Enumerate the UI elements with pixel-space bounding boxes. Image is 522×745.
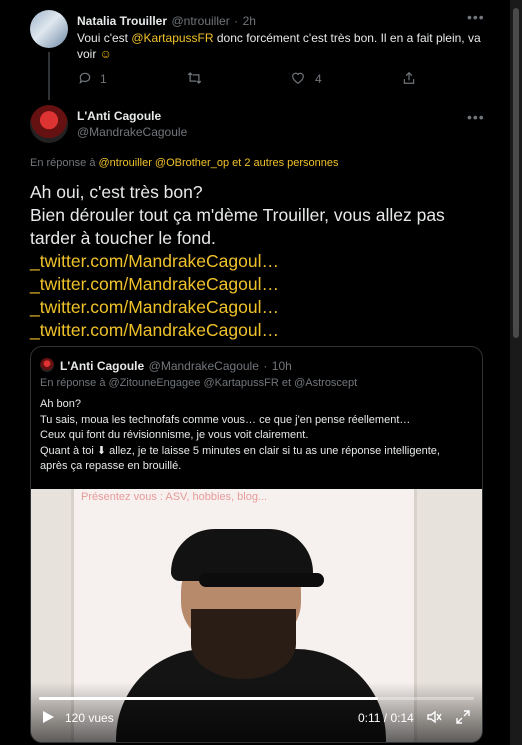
quote-line: Quant à toi ⬇ allez, je te laisse 5 minu… bbox=[40, 444, 440, 473]
tweet-line: Bien dérouler tout ça m'dème Trouiller, … bbox=[30, 205, 445, 248]
video-person-beard bbox=[191, 609, 296, 679]
reply-count: 1 bbox=[100, 72, 107, 86]
more-icon[interactable]: ••• bbox=[467, 109, 485, 125]
tweet-link[interactable]: _twitter.com/MandrakeCagoul… bbox=[30, 250, 490, 273]
video-overlay-caption: Présentez vous : ASV, hobbies, blog... bbox=[81, 491, 268, 503]
quote-header: L'Anti Cagoule @MandrakeCagoule · 10h bbox=[60, 357, 292, 375]
tweet-link[interactable]: _twitter.com/MandrakeCagoul… bbox=[30, 319, 490, 342]
quote-line: Ceux qui font du révisionnisme, je vous … bbox=[40, 429, 309, 441]
quoted-tweet[interactable]: L'Anti Cagoule @MandrakeCagoule · 10h En… bbox=[30, 346, 483, 743]
video-person-cap-brim bbox=[199, 573, 324, 587]
like-icon[interactable] bbox=[291, 71, 305, 88]
author-name[interactable]: L'Anti Cagoule bbox=[77, 109, 161, 123]
separator-dot: · bbox=[234, 14, 239, 28]
tweet-time[interactable]: 2h bbox=[243, 14, 256, 28]
author-handle[interactable]: @MandrakeCagoule bbox=[77, 125, 187, 139]
quote-avatar[interactable] bbox=[40, 358, 54, 372]
author-name[interactable]: Natalia Trouiller bbox=[77, 14, 167, 28]
reply-mentions[interactable]: @ntrouiller @OBrother_op bbox=[99, 157, 230, 169]
tweet-line: Ah oui, c'est très bon? bbox=[30, 182, 203, 202]
like-count: 4 bbox=[315, 72, 322, 86]
video-progress-fill bbox=[39, 697, 379, 700]
quote-line: Tu sais, moua les technofafs comme vous…… bbox=[40, 413, 411, 426]
reply-icon[interactable] bbox=[78, 71, 92, 88]
play-icon[interactable] bbox=[41, 710, 55, 727]
avatar-anti-cagoule[interactable] bbox=[30, 105, 68, 143]
other-people-link[interactable]: et 2 autres personnes bbox=[229, 157, 338, 169]
volume-icon[interactable] bbox=[426, 709, 442, 728]
thread-connector bbox=[48, 52, 50, 100]
mention-link[interactable]: @KartapussFR bbox=[131, 31, 213, 45]
tweet-header: Natalia Trouiller @ntrouiller · 2h bbox=[77, 12, 256, 30]
tweet-link[interactable]: _twitter.com/MandrakeCagoul… bbox=[30, 296, 490, 319]
quote-author-handle[interactable]: @MandrakeCagoule bbox=[149, 359, 259, 373]
quote-time[interactable]: 10h bbox=[272, 359, 292, 373]
avatar-natalia-trouiller[interactable] bbox=[30, 10, 68, 48]
scrollbar-thumb[interactable] bbox=[513, 8, 519, 338]
view-count: 120 vues bbox=[65, 711, 114, 725]
retweet-icon[interactable] bbox=[187, 71, 202, 88]
more-icon[interactable]: ••• bbox=[467, 9, 485, 25]
scrollbar[interactable] bbox=[510, 0, 522, 745]
quote-reply-context: En réponse à @ZitouneEngagee @KartapussF… bbox=[40, 377, 358, 389]
separator-dot: · bbox=[263, 359, 268, 373]
video-time: 0:11 / 0:14 bbox=[358, 711, 414, 725]
share-icon[interactable] bbox=[402, 71, 416, 88]
quote-line: Ah bon? bbox=[40, 398, 81, 410]
reply-context: En réponse à @ntrouiller @OBrother_op et… bbox=[30, 157, 339, 169]
tweet-text: Ah oui, c'est très bon? Bien dérouler to… bbox=[30, 181, 490, 342]
tweet-text: Voui c'est @KartapussFR donc forcément c… bbox=[77, 31, 481, 61]
quote-author-name[interactable]: L'Anti Cagoule bbox=[60, 359, 144, 373]
fullscreen-icon[interactable] bbox=[455, 709, 471, 728]
quote-text: Ah bon? Tu sais, moua les technofafs com… bbox=[40, 397, 470, 475]
tweet-link[interactable]: _twitter.com/MandrakeCagoul… bbox=[30, 273, 490, 296]
video-progress-bar[interactable] bbox=[39, 697, 474, 700]
author-handle[interactable]: @ntrouiller bbox=[171, 14, 229, 28]
smile-emoji: ☺ bbox=[99, 47, 112, 61]
video-player[interactable]: Présentez vous : ASV, hobbies, blog... 1… bbox=[31, 489, 482, 742]
